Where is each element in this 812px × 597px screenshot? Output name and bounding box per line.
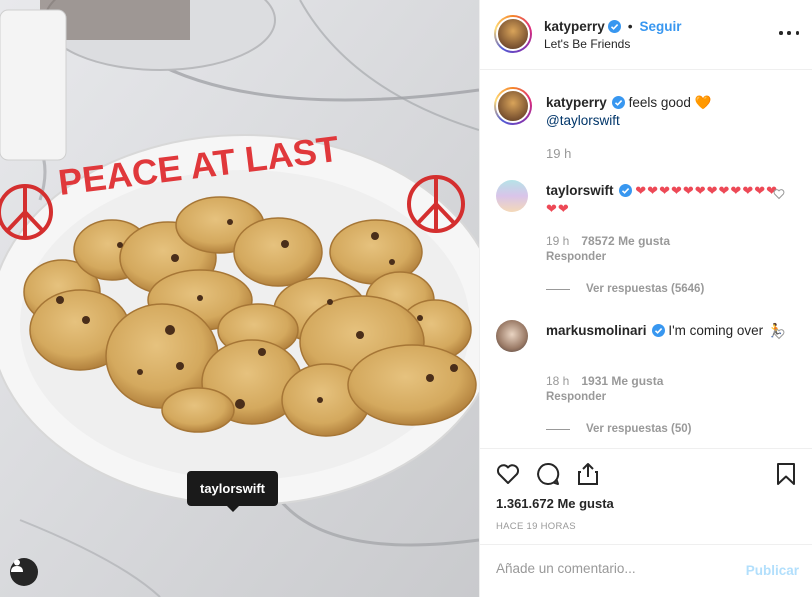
user-tag-icon[interactable]: [10, 558, 38, 586]
bookmark-icon[interactable]: [773, 461, 799, 487]
like-count[interactable]: 1.361.672 Me gusta: [496, 496, 614, 511]
comment-likes[interactable]: 1931 Me gusta: [581, 374, 663, 388]
replies-divider: [546, 288, 570, 290]
caption-text: katyperry feels good 🧡 @taylorswift: [546, 94, 786, 130]
view-replies-button[interactable]: Ver respuestas (5646): [546, 283, 704, 295]
comment-likes[interactable]: 78572 Me gusta: [581, 234, 670, 248]
heart-outline-icon[interactable]: [495, 461, 521, 487]
comments-list[interactable]: katyperry feels good 🧡 @taylorswift 19 h…: [480, 70, 812, 448]
header-user-line: katyperry • Seguir: [544, 18, 682, 34]
comment-input[interactable]: [496, 561, 736, 576]
post-header: katyperry • Seguir Let's Be Friends: [480, 0, 812, 70]
post-location[interactable]: Let's Be Friends: [544, 37, 630, 51]
post-actions: 1.361.672 Me gusta HACE 19 HORAS: [480, 448, 812, 544]
view-replies-button[interactable]: Ver respuestas (50): [546, 423, 691, 435]
comment-avatar[interactable]: [496, 320, 528, 352]
verified-badge-icon: [607, 20, 621, 33]
share-upload-icon[interactable]: [575, 461, 601, 487]
caption-mention[interactable]: @taylorswift: [546, 113, 620, 128]
comment-text: taylorswift ❤❤❤❤❤❤❤❤❤❤❤❤❤❤: [546, 182, 786, 218]
comment-time[interactable]: 19 h: [546, 234, 569, 248]
caption-username[interactable]: katyperry: [546, 95, 607, 110]
follow-button[interactable]: Seguir: [639, 19, 681, 34]
more-horizontal-icon: [779, 31, 783, 35]
comment-bubble-icon[interactable]: [535, 461, 561, 487]
comment-item: taylorswift ❤❤❤❤❤❤❤❤❤❤❤❤❤❤ 19 h 78572 Me …: [480, 180, 812, 310]
comment-body: I'm coming over: [668, 323, 764, 338]
orange-heart-emoji: 🧡: [694, 95, 712, 110]
comment-meta: 18 h 1931 Me gusta: [546, 374, 663, 388]
post-sidebar: katyperry • Seguir Let's Be Friends katy…: [479, 0, 812, 597]
caption-body: feels good: [628, 95, 691, 110]
post-timestamp[interactable]: HACE 19 HORAS: [496, 521, 576, 532]
comment-item: markusmolinari I'm coming over 🏃 18 h 193…: [480, 320, 812, 448]
person-glyph-icon: [11, 559, 23, 572]
header-username[interactable]: katyperry: [544, 19, 605, 34]
comment-username[interactable]: taylorswift: [546, 183, 614, 198]
comment-avatar[interactable]: [496, 180, 528, 212]
view-replies-label: Ver respuestas (5646): [586, 283, 705, 295]
author-avatar[interactable]: [494, 15, 532, 53]
view-replies-label: Ver respuestas (50): [586, 423, 692, 435]
publish-button[interactable]: Publicar: [746, 563, 799, 578]
user-tag-tooltip[interactable]: taylorswift: [187, 471, 278, 512]
post-caption: katyperry feels good 🧡 @taylorswift 19 h: [480, 70, 812, 180]
reply-button[interactable]: Responder: [546, 391, 606, 403]
more-options-button[interactable]: [779, 26, 799, 40]
comment-username[interactable]: markusmolinari: [546, 323, 647, 338]
replies-divider: [546, 428, 570, 430]
post-photo[interactable]: PEACE AT LAST taylorswift: [0, 0, 479, 597]
heart-outline-icon[interactable]: [773, 188, 785, 200]
comment-text: markusmolinari I'm coming over 🏃: [546, 322, 786, 340]
photo-illustration: PEACE AT LAST: [0, 0, 479, 597]
comment-meta: 19 h 78572 Me gusta: [546, 234, 670, 248]
reply-button[interactable]: Responder: [546, 251, 606, 263]
header-separator: •: [627, 18, 633, 34]
verified-badge-icon: [651, 324, 665, 337]
heart-outline-icon[interactable]: [773, 328, 785, 340]
caption-time[interactable]: 19 h: [546, 146, 571, 161]
comment-time[interactable]: 18 h: [546, 374, 569, 388]
verified-badge-icon: [611, 96, 625, 109]
add-comment-bar: Publicar: [480, 544, 812, 597]
verified-badge-icon: [618, 184, 632, 197]
caption-avatar[interactable]: [494, 87, 532, 125]
